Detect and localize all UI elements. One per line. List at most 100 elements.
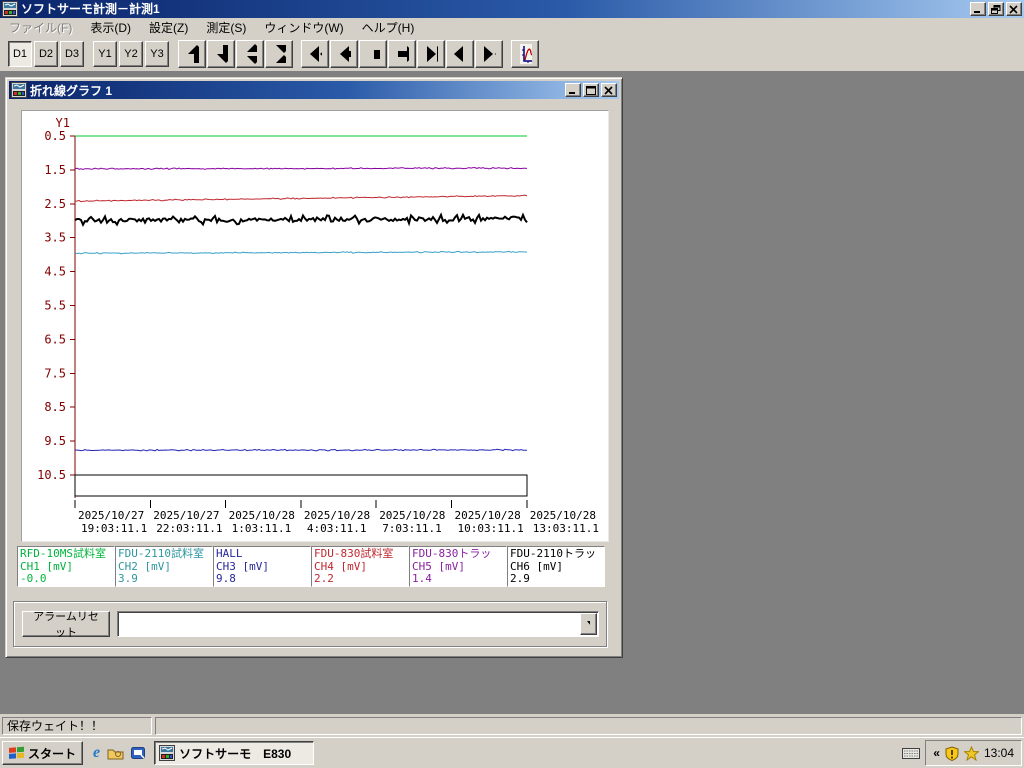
channel-legend: RFD-10MS試料室 CH1 [mV] -0.0 FDU-2110試料室 CH…	[17, 546, 605, 587]
expand-horizontal-icon	[454, 46, 463, 62]
alarm-combobox-dropdown-button[interactable]	[580, 613, 597, 635]
security-shield-icon[interactable]	[945, 745, 959, 761]
graph-window-title: 折れ線グラフ 1	[30, 83, 113, 98]
windows-logo-icon	[9, 746, 24, 759]
menu-measure[interactable]: 測定(S)	[197, 17, 255, 38]
start-button[interactable]: スタート	[2, 741, 84, 765]
star-icon[interactable]	[963, 745, 979, 761]
tray-expander-button[interactable]: «	[933, 746, 940, 760]
scroll-up-button[interactable]	[178, 40, 206, 68]
svg-text:2025/10/28: 2025/10/28	[455, 509, 521, 522]
graph-maximize-button[interactable]	[583, 83, 599, 97]
collapse-horizontal-icon	[484, 46, 496, 62]
restore-icon	[991, 4, 1001, 14]
toolbar-y3-button[interactable]: Y3	[145, 41, 169, 67]
app-icon	[159, 745, 176, 761]
close-icon	[604, 85, 613, 95]
toolbar-y1-button[interactable]: Y1	[93, 41, 117, 67]
menu-view[interactable]: 表示(D)	[81, 17, 140, 38]
left-arrow-icon	[340, 46, 351, 62]
stop-button[interactable]	[359, 40, 387, 68]
menu-file[interactable]: ファイル(F)	[0, 17, 81, 38]
menu-window[interactable]: ウィンドウ(W)	[255, 17, 352, 38]
step-right-button[interactable]	[388, 40, 416, 68]
toolbar-separator	[86, 54, 93, 55]
menu-settings[interactable]: 設定(Z)	[140, 17, 197, 38]
svg-text:2025/10/28: 2025/10/28	[304, 509, 370, 522]
collapse-horizontal-button[interactable]	[475, 40, 503, 68]
graph-setup-button[interactable]	[511, 40, 539, 68]
menu-bar: ファイル(F) 表示(D) 設定(Z) 測定(S) ウィンドウ(W) ヘルプ(H…	[0, 18, 1024, 37]
legend-cell-ch3: HALL CH3 [mV] 9.8	[213, 546, 311, 587]
legend-station: FDU-830試料室	[314, 547, 394, 560]
svg-text:7:03:11.1: 7:03:11.1	[382, 522, 442, 535]
svg-text:Y1: Y1	[56, 116, 70, 130]
scroll-down-button[interactable]	[207, 40, 235, 68]
svg-text:6.5: 6.5	[44, 332, 66, 346]
menu-help[interactable]: ヘルプ(H)	[353, 17, 424, 38]
legend-value: -0.0	[20, 572, 47, 585]
graph-minimize-button[interactable]	[565, 83, 581, 97]
legend-cell-ch1: RFD-10MS試料室 CH1 [mV] -0.0	[17, 546, 115, 587]
fast-forward-icon	[427, 46, 438, 62]
alarm-combobox-value[interactable]	[118, 612, 579, 636]
status-panel-2	[155, 716, 1022, 735]
task-label: ソフトサーモ E830	[179, 746, 292, 761]
toolbar-d1-button[interactable]: D1	[8, 41, 32, 67]
legend-station: HALL	[216, 547, 243, 560]
graph-window: 折れ線グラフ 1 Y1 0.5 1.5 2.5 3.5 4.5 5.5 6.5 7.5 8.5 9.…	[5, 77, 623, 658]
toolbar-y2-button[interactable]: Y2	[119, 41, 143, 67]
mdi-area: 折れ線グラフ 1 Y1 0.5 1.5 2.5 3.5 4.5 5.5 6.5 7.5 8.5 9.…	[0, 71, 1024, 714]
legend-station: FDU-2110試料室	[118, 547, 204, 560]
folder-icon[interactable]	[107, 746, 124, 760]
expand-vertical-button[interactable]	[236, 40, 264, 68]
rewind-icon	[310, 46, 322, 62]
graph-close-button[interactable]	[601, 83, 617, 97]
alarm-reset-button[interactable]: アラームリセット	[22, 611, 110, 639]
svg-text:10:03:11.1: 10:03:11.1	[458, 522, 524, 535]
graph-window-content: Y1 0.5 1.5 2.5 3.5 4.5 5.5 6.5 7.5 8.5 9.5 10.5 2025…	[9, 99, 619, 647]
svg-text:2025/10/27: 2025/10/27	[78, 509, 144, 522]
toolbar-separator	[294, 54, 301, 55]
legend-cell-ch4: FDU-830試料室 CH4 [mV] 2.2	[311, 546, 409, 587]
restore-button[interactable]	[988, 2, 1004, 16]
svg-text:13:03:11.1: 13:03:11.1	[533, 522, 599, 535]
svg-text:10.5: 10.5	[37, 468, 66, 482]
taskbar: スタート e ソフトサーモ E830 « 13:04	[0, 737, 1024, 768]
legend-value: 2.2	[314, 572, 334, 585]
desktop: ソフトサーモ計測－計測1 ファイル(F) 表示(D) 設定(Z) 測定(S) ウ…	[0, 0, 1024, 768]
keyboard-icon[interactable]	[902, 746, 921, 760]
close-button[interactable]	[1006, 2, 1022, 16]
toolbar-d3-button[interactable]: D3	[60, 41, 84, 67]
svg-text:9.5: 9.5	[44, 434, 66, 448]
svg-text:4:03:11.1: 4:03:11.1	[307, 522, 367, 535]
svg-text:4.5: 4.5	[44, 265, 66, 279]
legend-station: FDU-2110トラッ	[510, 547, 596, 560]
step-left-button[interactable]	[330, 40, 358, 68]
legend-station: RFD-10MS試料室	[20, 547, 106, 560]
alarm-combobox[interactable]	[117, 611, 599, 637]
legend-station: FDU-830トラッ	[412, 547, 492, 560]
graph-window-titlebar[interactable]: 折れ線グラフ 1	[9, 81, 619, 99]
legend-value: 9.8	[216, 572, 236, 585]
toolbar-d2-button[interactable]: D2	[34, 41, 58, 67]
line-chart-panel: Y1 0.5 1.5 2.5 3.5 4.5 5.5 6.5 7.5 8.5 9.5 10.5 2025…	[21, 110, 609, 542]
svg-text:2025/10/28: 2025/10/28	[530, 509, 596, 522]
compress-vertical-button[interactable]	[265, 40, 293, 68]
task-button-softthermo[interactable]: ソフトサーモ E830	[154, 741, 315, 765]
app-titlebar[interactable]: ソフトサーモ計測－計測1	[0, 0, 1024, 18]
status-message: 保存ウェイト！！	[2, 716, 152, 735]
minimize-button[interactable]	[970, 2, 986, 16]
app-icon	[2, 1, 18, 17]
rewind-button[interactable]	[301, 40, 329, 68]
fast-forward-button[interactable]	[417, 40, 445, 68]
svg-text:3.5: 3.5	[44, 231, 66, 245]
svg-text:1.5: 1.5	[44, 163, 66, 177]
close-icon	[1009, 4, 1018, 14]
svg-text:22:03:11.1: 22:03:11.1	[156, 522, 222, 535]
expand-vertical-icon	[247, 44, 257, 64]
line-chart: Y10.5 1.5 2.5 3.5 4.5 5.5 6.5 7.5 8.5 9.5 10.5 2025…	[37, 116, 599, 535]
show-desktop-icon[interactable]	[131, 746, 146, 760]
expand-horizontal-button[interactable]	[446, 40, 474, 68]
internet-explorer-icon[interactable]: e	[93, 745, 100, 761]
